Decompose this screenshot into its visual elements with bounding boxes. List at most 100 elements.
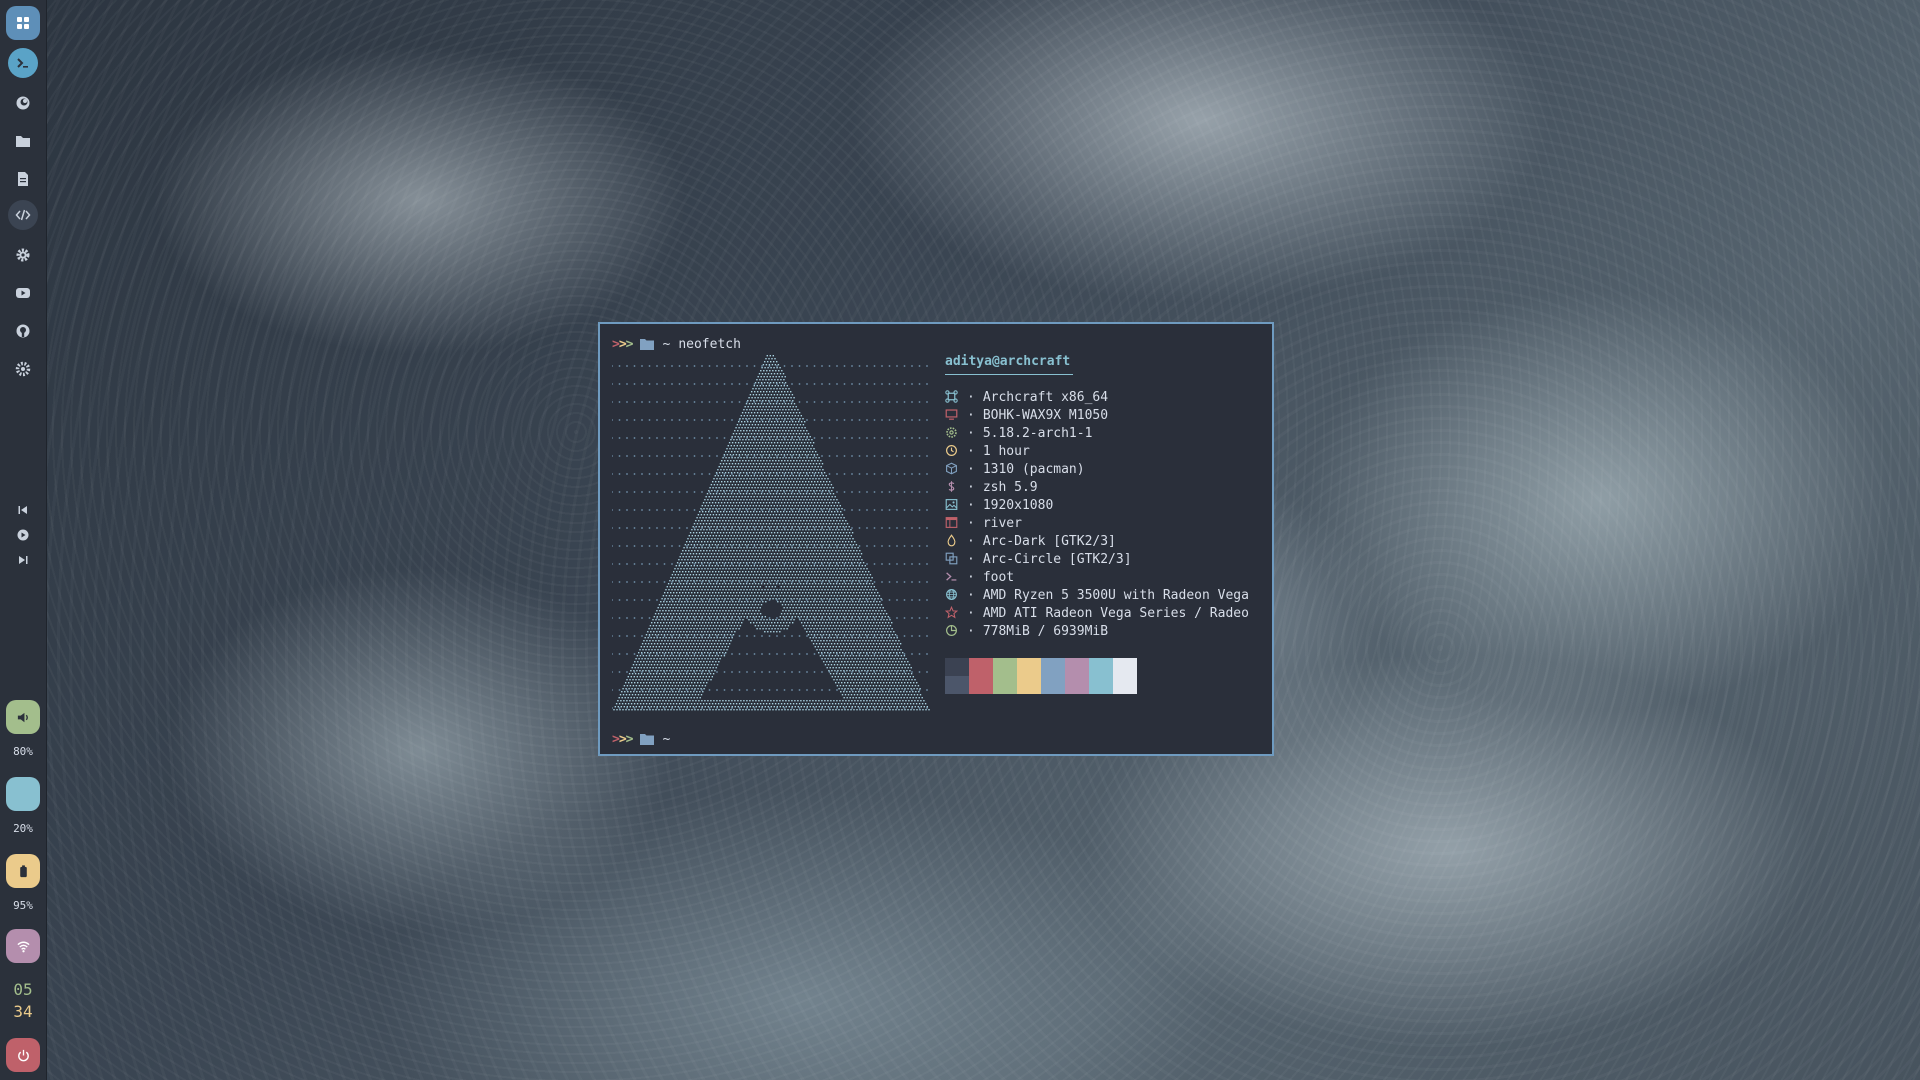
terminal-icon[interactable] xyxy=(8,48,38,78)
info-separator: · xyxy=(967,479,975,495)
folder-icon[interactable] xyxy=(6,124,40,158)
info-value: 778MiB / 6939MiB xyxy=(982,623,1109,639)
drop-icon xyxy=(945,534,959,548)
info-row: · Arc-Circle [GTK2/3] xyxy=(945,550,1249,568)
power-button[interactable] xyxy=(6,1038,40,1072)
info-row: · zsh 5.9 xyxy=(945,478,1249,496)
info-row: · 778MiB / 6939MiB xyxy=(945,622,1249,640)
brightness-button[interactable] xyxy=(6,777,40,811)
info-row: · 5.18.2-arch1-1 xyxy=(945,424,1249,442)
info-separator: · xyxy=(967,407,975,423)
info-separator: · xyxy=(967,533,975,549)
volume-icon xyxy=(17,712,28,722)
info-row: · AMD ATI Radeon Vega Series / Radeo xyxy=(945,604,1249,622)
info-separator: · xyxy=(967,605,975,621)
battery-button[interactable] xyxy=(6,854,40,888)
info-row: · river xyxy=(945,514,1249,532)
info-value: river xyxy=(982,515,1022,531)
info-value: Arc-Circle [GTK2/3] xyxy=(982,551,1132,567)
info-value: AMD Ryzen 5 3500U with Radeon Vega xyxy=(982,587,1249,603)
info-separator: · xyxy=(967,497,975,513)
info-separator: · xyxy=(967,551,975,567)
info-separator: · xyxy=(967,623,975,639)
palette-swatch xyxy=(1017,658,1041,694)
document-icon[interactable] xyxy=(6,162,40,196)
command-prompt: >>> ~ neofetch xyxy=(612,335,741,353)
prompt-arrows: >>> xyxy=(612,731,633,747)
info-separator: · xyxy=(967,587,975,603)
prompt-path: ~ xyxy=(662,336,671,352)
info-row: · 1 hour xyxy=(945,442,1249,460)
info-value: Arc-Dark [GTK2/3] xyxy=(982,533,1116,549)
info-separator: · xyxy=(967,425,975,441)
prompt-path: ~ xyxy=(662,731,671,747)
image-icon xyxy=(945,498,959,512)
info-value: zsh 5.9 xyxy=(982,479,1038,495)
volume-button[interactable] xyxy=(6,700,40,734)
monitor-icon xyxy=(945,408,959,422)
prompt-command: neofetch xyxy=(678,336,741,352)
browser-icon[interactable] xyxy=(6,86,40,120)
command-icon xyxy=(945,390,959,404)
info-separator: · xyxy=(967,515,975,531)
palette-swatch xyxy=(993,658,1017,694)
info-value: AMD ATI Radeon Vega Series / Radeo xyxy=(982,605,1249,621)
folder-icon xyxy=(640,338,655,350)
user-host: aditya@archcraft xyxy=(945,354,1071,369)
settings-cog-icon[interactable] xyxy=(6,352,40,386)
palette-swatch xyxy=(969,658,993,694)
wifi-button[interactable] xyxy=(6,929,40,963)
github-icon[interactable] xyxy=(6,314,40,348)
terminal-window[interactable]: >>> ~ neofetch aditya@archcraft · Archcra… xyxy=(598,322,1274,756)
code-icon[interactable] xyxy=(8,200,38,230)
clock-icon xyxy=(945,444,959,458)
arch-logo-ascii-art xyxy=(612,355,930,711)
info-row: · foot xyxy=(945,568,1249,586)
power-icon xyxy=(17,1049,29,1061)
info-separator: · xyxy=(967,443,975,459)
info-value: Archcraft x86_64 xyxy=(982,389,1109,405)
folder-icon xyxy=(640,733,655,745)
app-grid-icon[interactable] xyxy=(6,6,40,40)
dollar-icon xyxy=(945,480,959,494)
color-palette xyxy=(945,658,1137,694)
info-row: · 1920x1080 xyxy=(945,496,1249,514)
prompt-icon xyxy=(945,570,959,584)
info-value: BOHK-WAX9X M1050 xyxy=(982,407,1109,423)
palette-swatch xyxy=(1065,658,1089,694)
system-info-list: · Archcraft x86_64 · BOHK-WAX9X M1050 · 5.18.… xyxy=(945,388,1249,640)
user-host-underline xyxy=(945,374,1073,375)
info-value: foot xyxy=(982,569,1015,585)
clock-minutes: 34 xyxy=(13,1002,33,1021)
next-icon[interactable] xyxy=(6,549,40,571)
clock-hours: 05 xyxy=(13,980,33,999)
info-row: · 1310 (pacman) xyxy=(945,460,1249,478)
moon-icon xyxy=(18,788,24,800)
play-icon[interactable] xyxy=(6,524,40,546)
window-icon xyxy=(945,516,959,530)
info-value: 1310 (pacman) xyxy=(982,461,1085,477)
kernel-gear-icon xyxy=(945,426,959,440)
brightness-percent: 20% xyxy=(13,822,33,835)
palette-swatch xyxy=(945,658,969,694)
info-row: · AMD Ryzen 5 3500U with Radeon Vega xyxy=(945,586,1249,604)
star-icon xyxy=(945,606,959,620)
previous-icon[interactable] xyxy=(6,499,40,521)
palette-swatch xyxy=(1113,658,1137,694)
battery-icon xyxy=(19,864,27,877)
info-value: 1920x1080 xyxy=(982,497,1054,513)
input-prompt[interactable]: >>> ~ xyxy=(612,730,670,748)
info-row: · Archcraft x86_64 xyxy=(945,388,1249,406)
info-value: 1 hour xyxy=(982,443,1030,459)
palette-swatch xyxy=(1089,658,1113,694)
wifi-icon xyxy=(16,941,30,952)
info-separator: · xyxy=(967,461,975,477)
package-icon xyxy=(945,462,959,476)
youtube-icon[interactable] xyxy=(6,276,40,310)
palette-swatch xyxy=(1041,658,1065,694)
info-row: · Arc-Dark [GTK2/3] xyxy=(945,532,1249,550)
volume-percent: 80% xyxy=(13,745,33,758)
cpu-icon xyxy=(945,588,959,602)
battery-percent: 95% xyxy=(13,899,33,912)
gear-icon[interactable] xyxy=(6,238,40,272)
